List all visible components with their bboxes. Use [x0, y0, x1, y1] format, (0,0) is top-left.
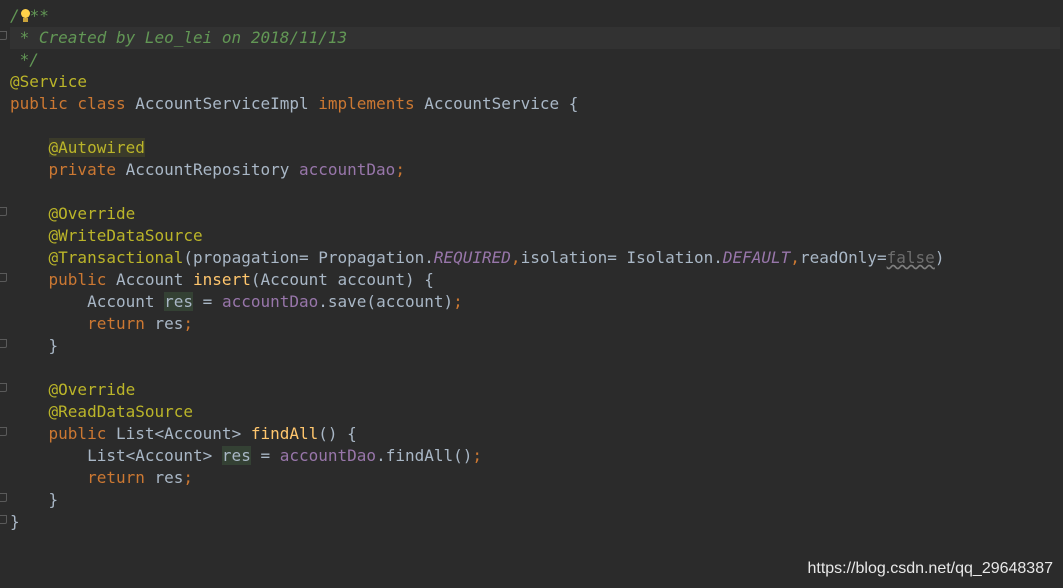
code-line: public class AccountServiceImpl implemen…	[10, 94, 579, 113]
code-line: List<Account> res = accountDao.findAll()…	[87, 446, 483, 465]
fold-marker-icon[interactable]	[0, 515, 7, 524]
code-editor[interactable]: / ** * Created by Leo_lei on 2018/11/13 *…	[0, 0, 1063, 588]
fold-marker-icon[interactable]	[0, 383, 7, 392]
code-line: / **	[10, 6, 49, 25]
intention-bulb-icon[interactable]	[20, 9, 30, 23]
fold-marker-icon[interactable]	[0, 31, 7, 40]
code-line-current: * Created by Leo_lei on 2018/11/13	[10, 27, 1060, 49]
code-line: */	[10, 50, 39, 69]
code-line: @Transactional(propagation= Propagation.…	[48, 248, 945, 267]
fold-marker-icon[interactable]	[0, 339, 7, 348]
fold-marker-icon[interactable]	[0, 493, 7, 502]
code-line: return res;	[87, 468, 194, 487]
code-line: private AccountRepository accountDao;	[48, 160, 405, 179]
code-line: @ReadDataSource	[48, 402, 194, 421]
watermark: https://blog.csdn.net/qq_29648387	[807, 560, 1053, 577]
code-line: }	[10, 336, 59, 355]
code-area[interactable]: / ** * Created by Leo_lei on 2018/11/13 *…	[10, 5, 1060, 533]
fold-marker-icon[interactable]	[0, 273, 7, 282]
code-line: public Account insert(Account account) {	[48, 270, 434, 289]
fold-gutter	[0, 0, 10, 588]
code-line: return res;	[87, 314, 194, 333]
code-line: public List<Account> findAll() {	[48, 424, 357, 443]
code-line: }	[10, 512, 20, 531]
fold-marker-icon[interactable]	[0, 427, 7, 436]
fold-marker-icon[interactable]	[0, 207, 7, 216]
code-line: @Override	[48, 204, 136, 223]
code-line: @WriteDataSource	[48, 226, 203, 245]
code-line: Account res = accountDao.save(account);	[87, 292, 463, 311]
code-line: @Autowired	[48, 138, 145, 157]
code-line: }	[10, 490, 59, 509]
code-line: @Service	[10, 72, 88, 91]
code-line: @Override	[48, 380, 136, 399]
